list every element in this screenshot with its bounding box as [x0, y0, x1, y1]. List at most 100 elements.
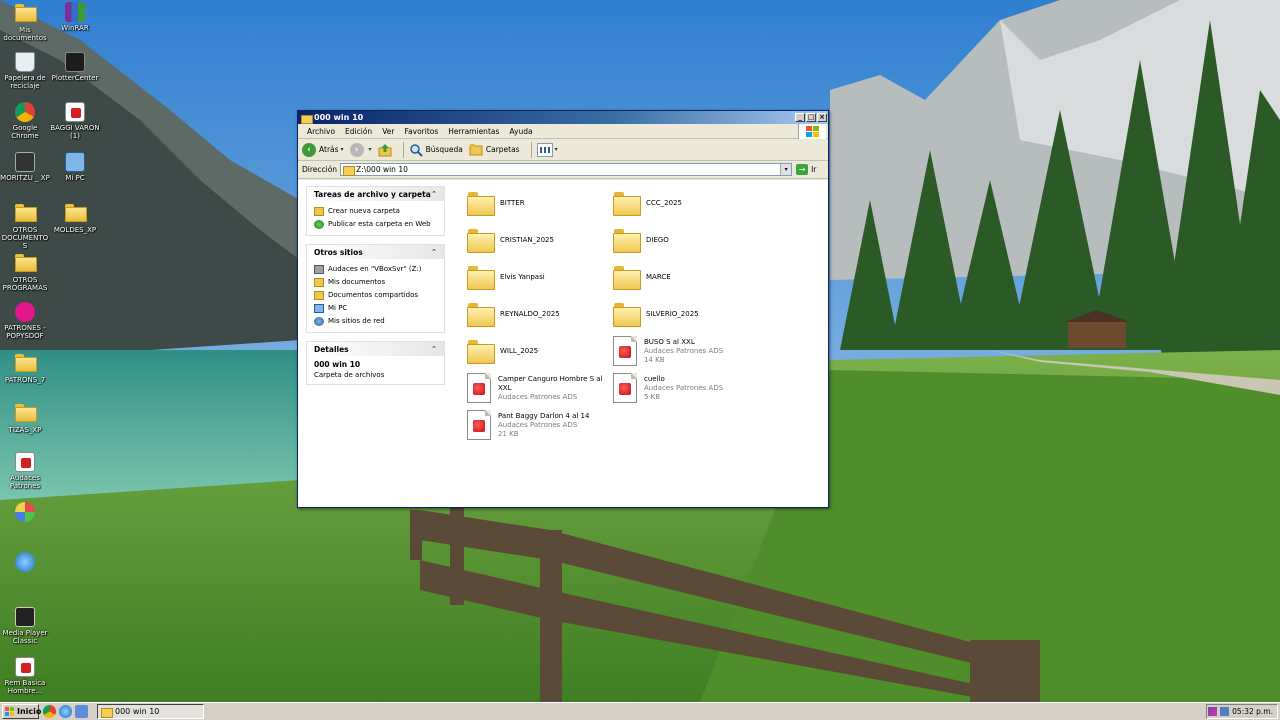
place-network-drive[interactable]: Audaces en "VBoxSvr" (Z:) — [314, 263, 437, 276]
explorer-window[interactable]: 000 win 10 _ □ × Archivo Edición Ver Fav… — [297, 110, 829, 508]
desktop-icon[interactable]: OTROS DOCUMENTOS — [0, 202, 50, 250]
place-my-documents[interactable]: Mis documentos — [314, 276, 437, 289]
file-item[interactable]: cuello Audaces Patrones ADS 5 KB — [613, 371, 753, 405]
address-dropdown-button[interactable]: ▾ — [780, 164, 792, 175]
desktop-icon-label: MORITZU _ XP — [0, 174, 50, 182]
desktop-icon[interactable]: MORITZU _ XP — [0, 152, 50, 182]
folders-label: Carpetas — [485, 145, 520, 154]
desktop-icon[interactable]: BAGGI VARON (1) — [50, 102, 100, 140]
place-my-pc[interactable]: Mi PC — [314, 302, 437, 315]
internet-explorer-icon[interactable] — [59, 705, 72, 718]
task-create-folder[interactable]: Crear nueva carpeta — [314, 205, 437, 218]
views-button[interactable]: ▾ — [536, 142, 558, 157]
task-publish-web[interactable]: Publicar esta carpeta en Web — [314, 218, 437, 231]
show-desktop-icon[interactable] — [75, 705, 88, 718]
close-button[interactable]: × — [817, 113, 827, 122]
folder-item[interactable]: CRISTIAN_2025 — [467, 223, 607, 257]
folder-item[interactable]: CCC_2025 — [613, 186, 753, 220]
search-button[interactable]: Búsqueda — [409, 143, 463, 157]
desktop-icon[interactable]: MOLDES_XP — [50, 202, 100, 234]
web-globe-icon — [314, 220, 324, 229]
folder-item[interactable]: BITTER — [467, 186, 607, 220]
start-label: Inicio — [17, 707, 42, 716]
desktop-icon-label: PlotterCenter — [51, 74, 99, 82]
file-item[interactable]: Camper Canguro Hombre S al XXL Audaces Pa… — [467, 371, 607, 405]
chevron-down-icon: ▾ — [554, 146, 558, 153]
desktop-icon[interactable]: Mis documentos — [0, 2, 50, 42]
desktop-icon-label: Papelera de reciclaje — [4, 74, 46, 90]
desktop-icon[interactable]: Media Player Classic — [0, 607, 50, 645]
go-button[interactable]: → Ir — [796, 164, 816, 175]
desktop-icon[interactable]: WinRAR — [50, 2, 100, 32]
clock[interactable]: 05:32 p.m. — [1232, 707, 1273, 716]
menu-favoritos[interactable]: Favoritos — [399, 127, 443, 136]
chrome-icon[interactable] — [43, 705, 56, 718]
menu-herramientas[interactable]: Herramientas — [443, 127, 504, 136]
menu-ayuda[interactable]: Ayuda — [504, 127, 537, 136]
desktop-icon[interactable]: Audaces Patrones — [0, 452, 50, 490]
folder-icon — [14, 254, 37, 274]
folders-button[interactable]: Carpetas — [469, 143, 520, 157]
desktop-icon[interactable]: Mi PC — [50, 152, 100, 182]
my-documents-icon — [314, 278, 324, 287]
item-name: CRISTIAN_2025 — [500, 235, 554, 244]
audaces-file-icon — [467, 410, 491, 440]
places-panel-header[interactable]: Otros sitios ⌃ — [307, 245, 444, 259]
maximize-button[interactable]: □ — [806, 113, 816, 122]
details-panel-header[interactable]: Detalles ⌃ — [307, 342, 444, 356]
place-network[interactable]: Mis sitios de red — [314, 315, 437, 328]
desktop-icon[interactable]: OTROS PROGRAMAS — [0, 252, 50, 292]
file-item[interactable]: Pant Baggy Darlon 4 al 14 Audaces Patrone… — [467, 408, 607, 442]
folder-docs-icon — [14, 4, 37, 24]
place-shared-documents[interactable]: Documentos compartidos — [314, 289, 437, 302]
minimize-button[interactable]: _ — [795, 113, 805, 122]
item-name: Camper Canguro Hombre S al XXL — [498, 374, 603, 392]
back-label: Atrás — [319, 145, 339, 154]
back-button[interactable]: ‹ Atrás ▾ — [302, 142, 344, 157]
details-panel-title: Detalles — [314, 344, 349, 354]
plotter-icon — [64, 52, 86, 72]
folder-item[interactable]: REYNALDO_2025 — [467, 297, 607, 331]
folder-item[interactable]: WILL_2025 — [467, 334, 607, 368]
menu-archivo[interactable]: Archivo — [302, 127, 340, 136]
network-drive-icon — [314, 265, 324, 274]
folder-item[interactable]: Elvis Yanpasi — [467, 260, 607, 294]
folder-icon — [467, 266, 495, 290]
folder-icon — [301, 114, 313, 124]
item-name: SILVERIO_2025 — [646, 309, 699, 318]
desktop-icon[interactable] — [0, 502, 50, 524]
network-tray-icon[interactable] — [1220, 707, 1230, 716]
folder-item[interactable]: SILVERIO_2025 — [613, 297, 753, 331]
desktop-icon[interactable]: PATRONES - POPYSDOF — [0, 302, 50, 340]
chrome-icon — [14, 102, 36, 122]
desktop-icon[interactable]: PATRONS_7 — [0, 352, 50, 384]
file-item[interactable]: BUSO S al XXL Audaces Patrones ADS 14 KB — [613, 334, 753, 368]
address-bar: Dirección Z:\000 win 10 ▾ → Ir — [298, 161, 828, 179]
desktop-icon[interactable]: Papelera de reciclaje — [0, 52, 50, 90]
desktop-icon[interactable]: Google Chrome — [0, 102, 50, 140]
tasks-panel-header[interactable]: Tareas de archivo y carpeta ⌃ — [307, 187, 444, 201]
forward-button[interactable]: › ▾ — [349, 142, 372, 157]
menu-edicion[interactable]: Edición — [340, 127, 377, 136]
up-folder-icon — [378, 143, 392, 157]
item-name: BUSO S al XXL — [644, 337, 695, 346]
pen-tray-icon[interactable] — [1208, 707, 1218, 716]
tasks-panel-title: Tareas de archivo y carpeta — [314, 189, 431, 199]
window-titlebar[interactable]: 000 win 10 _ □ × — [298, 111, 828, 124]
menu-ver[interactable]: Ver — [377, 127, 399, 136]
desktop-icon[interactable]: Rem Basica Hombre... — [0, 657, 50, 695]
up-folder-button[interactable] — [378, 143, 392, 157]
desktop-icon[interactable] — [0, 552, 50, 574]
desktop-icon[interactable]: TIZAS_XP — [0, 402, 50, 434]
item-name: Elvis Yanpasi — [500, 272, 545, 281]
folder-item[interactable]: MARCE — [613, 260, 753, 294]
folder-icon — [14, 404, 37, 424]
address-input[interactable]: Z:\000 win 10 ▾ — [340, 163, 793, 176]
taskbar: Inicio 000 win 10 05:32 p.m. — [0, 702, 1280, 720]
desktop-icon[interactable]: PlotterCenter — [50, 52, 100, 82]
folder-item[interactable]: DIEGO — [613, 223, 753, 257]
system-tray: 05:32 p.m. — [1206, 704, 1278, 719]
start-button[interactable]: Inicio — [2, 704, 42, 719]
taskbar-window-button[interactable]: 000 win 10 — [97, 704, 204, 719]
toolbar-separator — [402, 141, 404, 158]
